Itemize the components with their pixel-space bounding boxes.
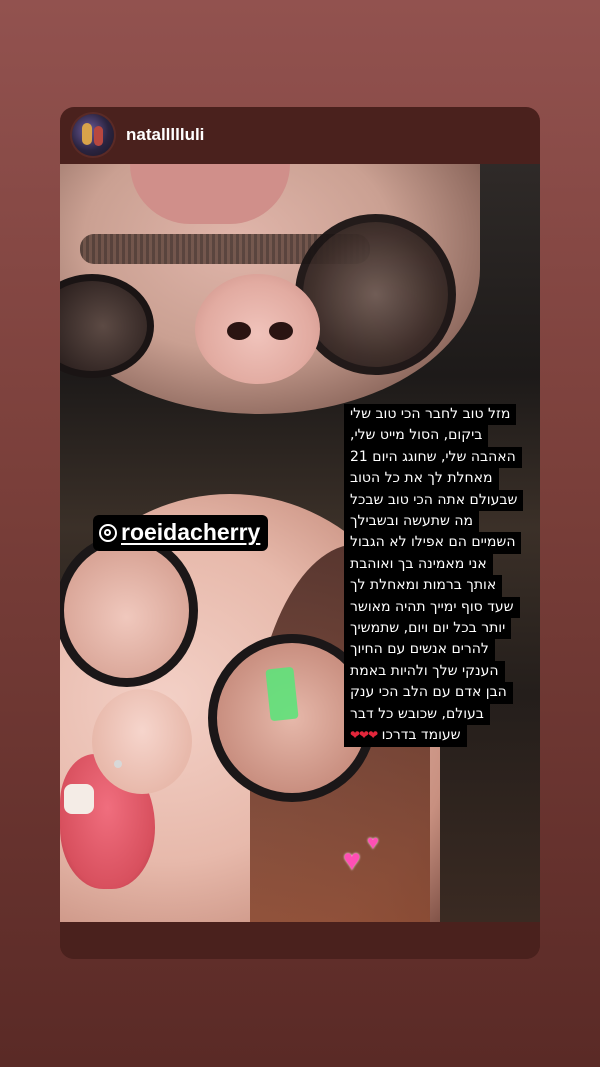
caption-line: מאחלת לך את כל הטוב — [344, 468, 499, 490]
caption-line: הענקי שלך ולהיות באמת — [344, 660, 505, 683]
profile-avatar[interactable] — [72, 114, 114, 156]
caption-line: מזל טוב לחבר הכי טוב שלי — [344, 404, 517, 426]
nose-piercing — [114, 760, 122, 768]
lens-glare — [265, 666, 299, 722]
caption-last-text: שעומד בדרכו — [381, 727, 461, 744]
caption-line: להרים אנשים עם החיוך — [344, 639, 495, 661]
caption-line: ביקום, הסול מייט שלי, — [344, 425, 489, 447]
top-face-nose — [195, 274, 320, 384]
caption-line-last: שעומד בדרכו ❤❤❤ — [344, 725, 467, 747]
story-footer — [60, 922, 540, 959]
caption-line: אני מאמינה בך ואוהבת — [344, 553, 493, 576]
story-header: natallllluli — [60, 107, 540, 163]
bottom-face-nose — [92, 689, 192, 794]
caption-line: השמיים הם אפילו לא הגבול — [344, 532, 522, 554]
caption-line: יותר בכל יום ויום, שתמשיך — [344, 618, 512, 640]
pink-hearts-sticker-icon[interactable]: ♥ — [343, 844, 361, 878]
caption-line: שעד סוף ימייך תהיה מאושר — [344, 596, 520, 619]
pink-heart-small-icon: ♥ — [367, 832, 379, 854]
caption-line: בעולם, שכובש כל דבר — [344, 703, 490, 726]
top-face-glasses-right — [295, 214, 456, 375]
caption-line: מה שתעשה ובשבילך — [344, 511, 480, 533]
caption-line: הבן אדם עם הלב הכי ענק — [344, 682, 513, 704]
caption-text-block: מזל טוב לחבר הכי טוב שלי ביקום, הסול מיי… — [344, 404, 530, 747]
nostril — [269, 322, 293, 340]
red-hearts-icon: ❤❤❤ — [350, 728, 378, 743]
at-sign-icon — [99, 523, 117, 542]
mention-sticker[interactable]: roeidacherry — [93, 515, 269, 551]
story-photo[interactable]: roeidacherry מזל טוב לחבר הכי טוב שלי בי… — [60, 164, 540, 922]
caption-line: שבעולם אתה הכי טוב שבכל — [344, 489, 524, 512]
story-card[interactable]: natallllluli roeidacherry מזל טוב לחבר ה… — [60, 107, 540, 959]
nostril — [227, 322, 251, 340]
bottom-face-teeth — [64, 784, 94, 814]
mention-username: roeidacherry — [121, 519, 261, 545]
username[interactable]: natallllluli — [126, 125, 204, 145]
caption-line: אותך ברמות ומאחלת לך — [344, 575, 503, 597]
caption-line: האהבה שלי, שחוגג היום 21 — [344, 446, 522, 469]
bottom-face-glasses-left — [60, 534, 198, 687]
